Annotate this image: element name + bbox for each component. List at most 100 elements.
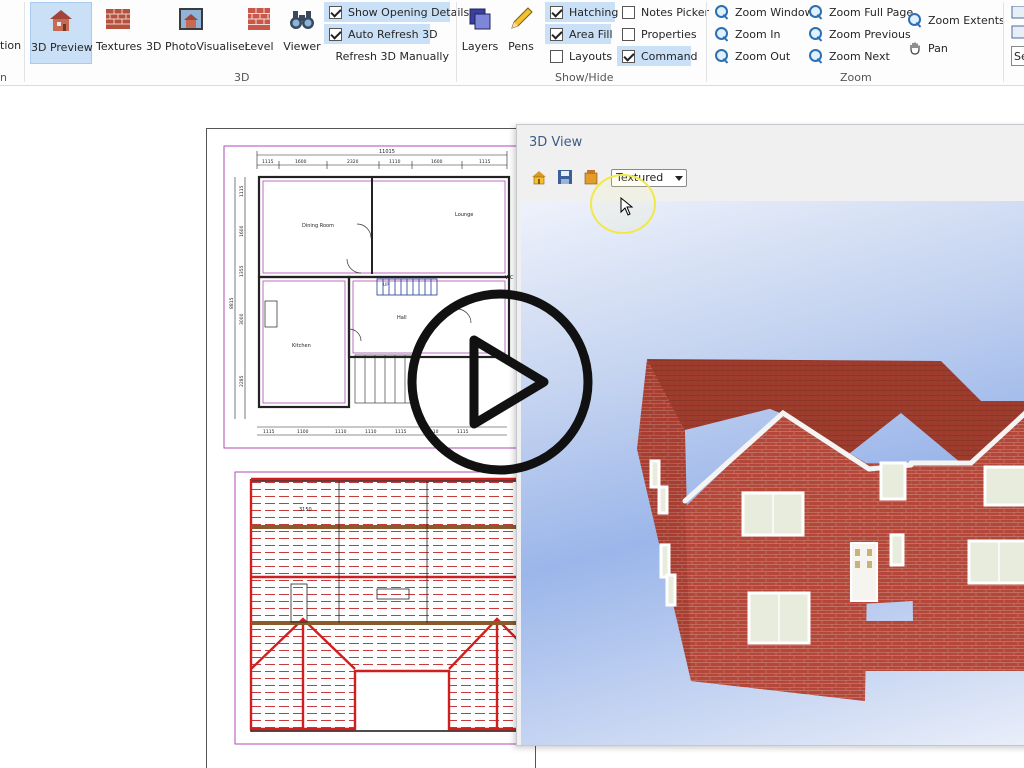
checkbox-checked-icon [550,27,563,41]
group-label-zoom: Zoom [840,71,872,84]
auto-refresh-3d-label: Auto Refresh 3D [348,27,438,41]
area-fill-toggle[interactable]: Area Fill [545,24,613,44]
zoom-previous-button[interactable]: Zoom Previous [804,24,911,44]
dim-left-4: 2285 [239,375,245,387]
separator [24,2,25,82]
window-side-4 [665,573,677,607]
house-view-icon[interactable] [531,169,547,185]
level-button[interactable]: Level [240,2,278,64]
zoom-in-label: Zoom In [735,27,781,41]
partial-group-label: n [0,71,7,84]
brick-wall-icon [248,8,270,30]
properties-label: Properties [641,27,697,41]
zoom-full-page-button[interactable]: Zoom Full Page [804,2,913,22]
export-icon[interactable] [583,169,599,185]
binoculars-icon [290,11,314,29]
zoom-out-button[interactable]: Zoom Out [710,46,790,66]
partial-ribbon-icons[interactable] [1011,6,1024,40]
front-door [850,542,878,602]
dim-left-0: 1115 [239,185,245,197]
zoom-window-button[interactable]: Zoom Window [710,2,814,22]
layouts-toggle[interactable]: Layouts [545,46,613,66]
3d-viewport[interactable] [521,201,1024,745]
viewer-button[interactable]: Viewer [282,2,322,64]
stair-up-label: UP [383,282,389,288]
show-opening-details-toggle[interactable]: Show Opening Details [324,2,469,22]
room-label-wc: WC [505,275,514,281]
group-label-3d: 3D [234,71,250,84]
level-label: Level [244,40,274,53]
dim-top-3: 1110 [389,159,401,165]
zoom-full-page-label: Zoom Full Page [829,5,914,19]
zoom-previous-icon [809,27,823,41]
layers-icon [469,8,491,30]
zoom-extents-icon [908,13,922,27]
dim-bottom-0: 1115 [263,429,275,435]
layers-label: Layers [461,40,499,53]
save-icon[interactable] [557,169,573,185]
auto-refresh-3d-toggle[interactable]: Auto Refresh 3D [324,24,438,44]
window-right [967,539,1024,585]
3d-photovisualiser-button[interactable]: 3D PhotoVisualiser [146,2,250,64]
separator [456,2,457,82]
viewer-label: Viewer [283,40,321,53]
dim-top-1: 1600 [295,159,307,165]
window-porch-side [889,533,905,567]
3d-photovisualiser-label: 3D PhotoVisualiser [146,40,250,53]
dim-left-1: 1600 [239,225,245,237]
pencil-icon [511,7,533,29]
pan-hand-icon [910,42,920,55]
refresh-3d-manually-button[interactable]: Refresh 3D Manually [324,46,454,66]
window-side-1 [649,459,661,489]
dim-top-4: 1600 [431,159,443,165]
command-label: Command [641,49,698,63]
layers-button[interactable]: Layers [460,2,500,64]
hatching-toggle[interactable]: Hatching [545,2,619,22]
textures-label: Textures [96,40,142,53]
partial-button-label[interactable]: tion [0,39,21,52]
notes-picker-label: Notes Picker [641,5,710,19]
dim-top-2: 2320 [347,159,359,165]
hatching-label: Hatching [569,5,619,19]
pan-button[interactable]: Pan [903,38,957,58]
checkbox-unchecked-icon [550,49,563,63]
show-opening-details-label: Show Opening Details [348,5,470,19]
zoom-next-button[interactable]: Zoom Next [804,46,890,66]
zoom-out-icon [715,49,729,63]
dim-bottom-1: 1100 [297,429,309,435]
room-label-dining: Dining Room [302,223,334,229]
zoom-extents-button[interactable]: Zoom Extents [903,10,1005,30]
command-toggle[interactable]: Command [617,46,698,66]
dim-top-5: 1115 [479,159,491,165]
refresh-3d-manually-label: Refresh 3D Manually [335,49,449,63]
3d-view-title: 3D View [529,135,583,150]
3d-preview-button[interactable]: 3D Preview [30,2,93,64]
separator [1003,2,1004,82]
dim-bottom-2: 1110 [335,429,347,435]
dim-left-2: 1355 [239,265,245,277]
dim-overall: 11015 [379,149,395,155]
layouts-label: Layouts [569,49,613,63]
notes-picker-toggle[interactable]: Notes Picker [617,2,709,22]
pens-label: Pens [508,40,534,53]
checkbox-unchecked-icon [622,5,635,19]
properties-toggle[interactable]: Properties [617,24,697,44]
checkbox-unchecked-icon [622,27,635,41]
zoom-window-label: Zoom Window [735,5,814,19]
window-right-upper [983,465,1024,507]
zoom-in-icon [715,27,729,41]
window-porch-upper [879,461,907,501]
zoom-in-button[interactable]: Zoom In [710,24,780,44]
pan-label: Pan [928,41,948,55]
zoom-extents-label: Zoom Extents [928,13,1005,27]
pens-button[interactable]: Pens [502,2,540,64]
house-icon [50,10,72,31]
3d-preview-label: 3D Preview [31,41,93,54]
partial-search-box[interactable]: Se [1011,46,1024,66]
window-side-2 [657,485,669,515]
dim-left-total: 8815 [229,297,235,309]
app-window: tion n 3D Preview Textures 3D PhotoVisua… [0,0,1024,768]
video-play-icon[interactable] [406,288,594,476]
brick-texture-icon [106,9,130,29]
textures-button[interactable]: Textures [96,2,142,64]
